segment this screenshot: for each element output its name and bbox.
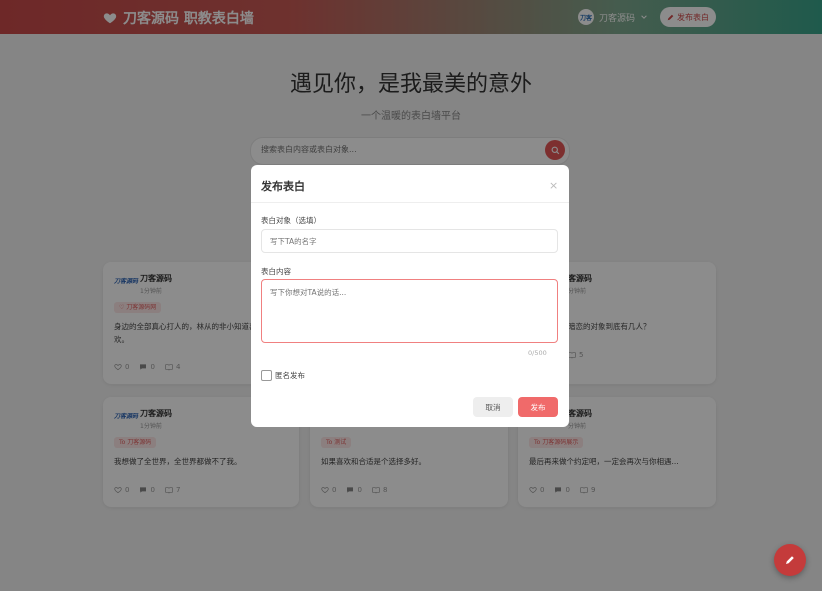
pencil-icon	[786, 556, 794, 564]
floating-publish-button[interactable]	[774, 544, 806, 576]
divider	[251, 202, 569, 203]
modal-title: 发布表白	[261, 180, 305, 193]
content-textarea[interactable]	[261, 279, 558, 343]
publish-modal: 发布表白 × 表白对象（选填） 表白内容 0/500 匿名发布 取消 发布	[251, 165, 569, 427]
anonymous-label: 匿名发布	[275, 371, 305, 380]
content-label: 表白内容	[261, 267, 291, 276]
close-icon[interactable]: ×	[549, 180, 558, 191]
cancel-button[interactable]: 取消	[473, 397, 513, 417]
target-input[interactable]	[261, 229, 558, 253]
submit-button[interactable]: 发布	[518, 397, 558, 417]
char-counter: 0/500	[528, 349, 547, 357]
anonymous-checkbox[interactable]	[261, 370, 272, 381]
target-label: 表白对象（选填）	[261, 216, 321, 225]
